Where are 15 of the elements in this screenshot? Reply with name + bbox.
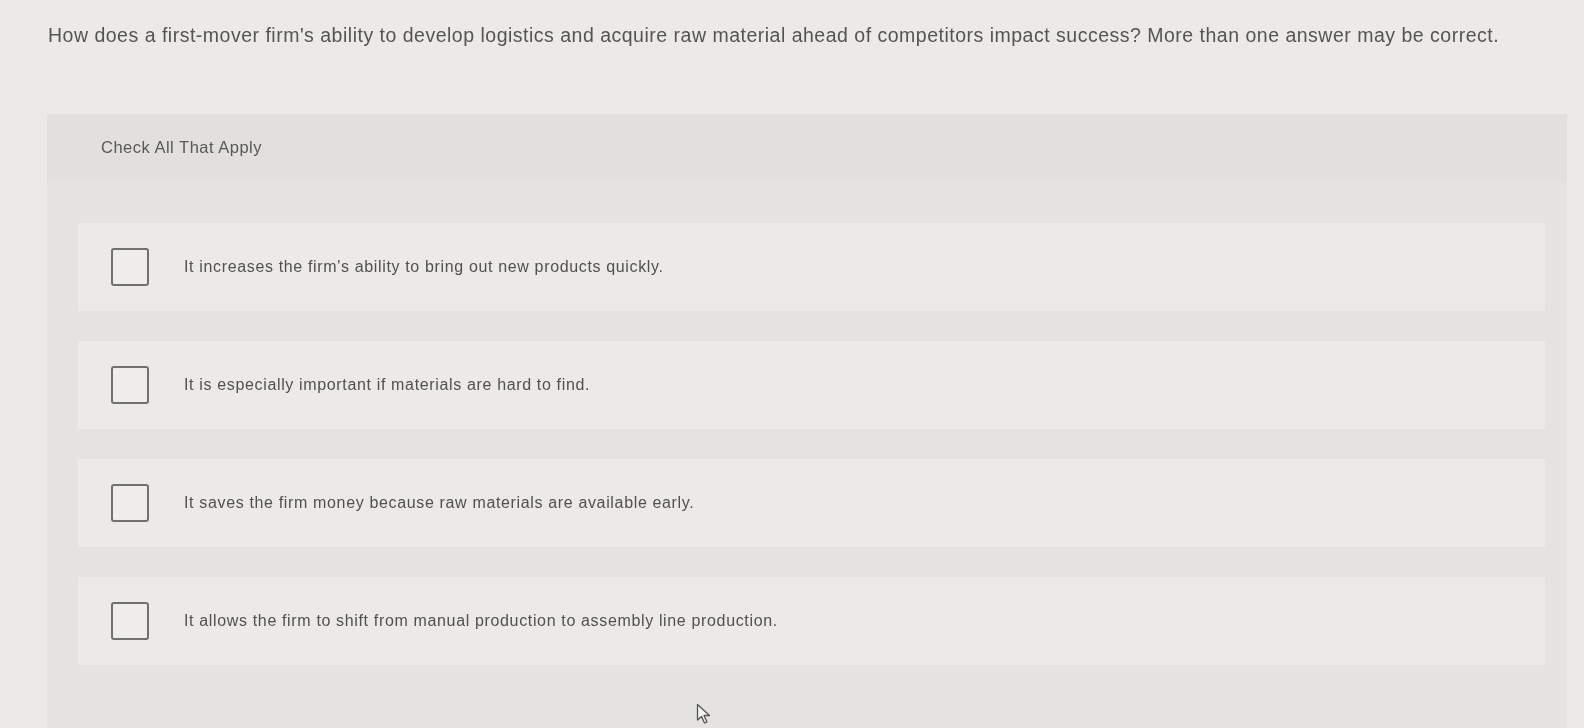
- checkbox[interactable]: [111, 484, 149, 522]
- checkbox[interactable]: [111, 602, 149, 640]
- option-text: It allows the firm to shift from manual production to assembly line production.: [184, 612, 778, 630]
- question-text: How does a first-mover firm's ability to develop logistics and acquire raw material ahead of competitors impact success? More than one answer may be correct.: [48, 23, 1500, 47]
- checkbox[interactable]: [111, 248, 149, 286]
- answer-option[interactable]: It allows the firm to shift from manual production to assembly line production.: [78, 577, 1545, 665]
- mouse-pointer-icon: [696, 703, 712, 725]
- answer-option[interactable]: It increases the firm's ability to bring out new products quickly.: [78, 223, 1545, 311]
- option-text: It increases the firm's ability to bring out new products quickly.: [184, 258, 664, 276]
- answer-option[interactable]: It saves the firm money because raw materials are available early.: [78, 459, 1545, 547]
- checkbox[interactable]: [111, 366, 149, 404]
- answer-option[interactable]: It is especially important if materials are hard to find.: [78, 341, 1545, 429]
- instruction-text: Check All That Apply: [101, 138, 263, 157]
- option-text: It saves the firm money because raw materials are available early.: [184, 494, 695, 512]
- option-text: It is especially important if materials are hard to find.: [184, 376, 591, 394]
